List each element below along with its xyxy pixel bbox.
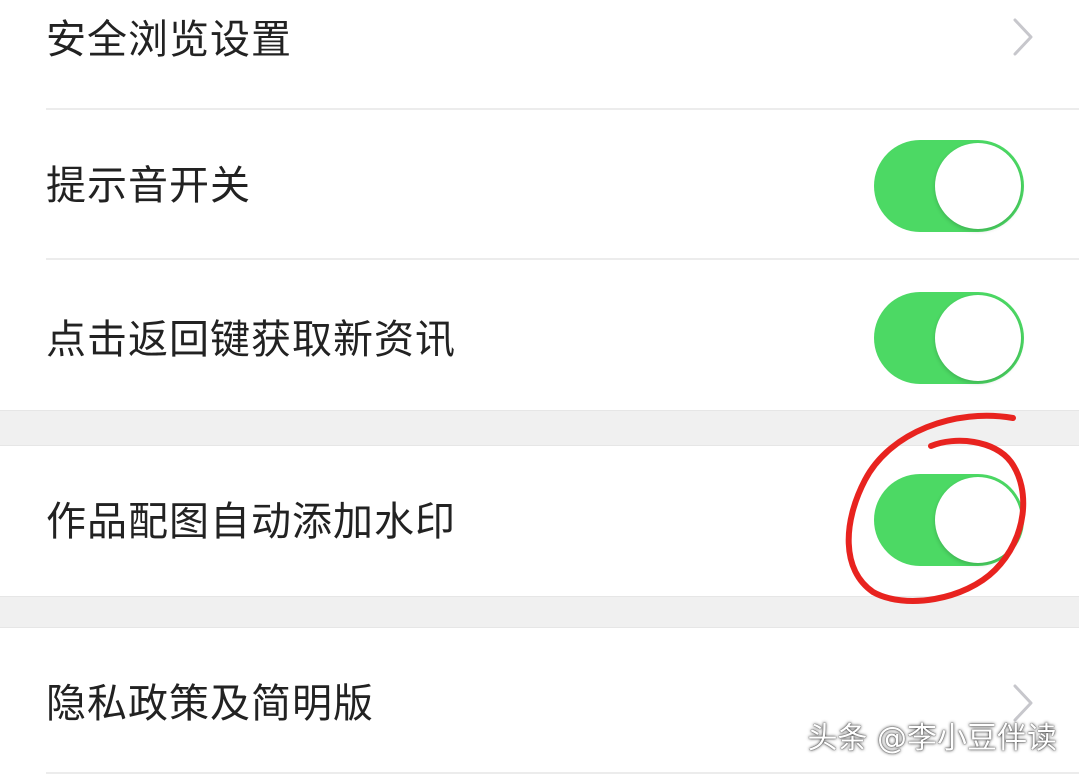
settings-item-label: 隐私政策及简明版	[46, 681, 374, 727]
settings-item-back-refresh: 点击返回键获取新资讯	[0, 260, 1079, 410]
settings-item-watermark: 作品配图自动添加水印	[0, 446, 1079, 596]
settings-item-sound: 提示音开关	[0, 110, 1079, 258]
toggle-knob	[935, 143, 1021, 229]
toggle-knob	[935, 477, 1021, 563]
section-gap	[0, 596, 1079, 628]
settings-screen: 安全浏览设置 提示音开关 点击返回键获取新资讯 作品配图自动添加水印 隐私政策及…	[0, 0, 1079, 778]
watermark-text: 头条 @李小豆伴读	[807, 721, 1057, 756]
chevron-right-icon	[1013, 18, 1033, 56]
watermark-toggle[interactable]	[874, 474, 1024, 566]
toggle-knob	[935, 295, 1021, 381]
settings-item-label: 提示音开关	[46, 163, 251, 209]
back-refresh-toggle[interactable]	[874, 292, 1024, 384]
chevron-right-icon	[1013, 684, 1033, 722]
settings-item-label: 安全浏览设置	[46, 17, 292, 63]
settings-item-safe-browsing[interactable]: 安全浏览设置	[0, 0, 1079, 108]
section-gap	[0, 410, 1079, 446]
settings-item-label: 作品配图自动添加水印	[46, 499, 456, 545]
divider	[46, 772, 1079, 774]
settings-item-label: 点击返回键获取新资讯	[46, 317, 456, 363]
sound-toggle[interactable]	[874, 140, 1024, 232]
